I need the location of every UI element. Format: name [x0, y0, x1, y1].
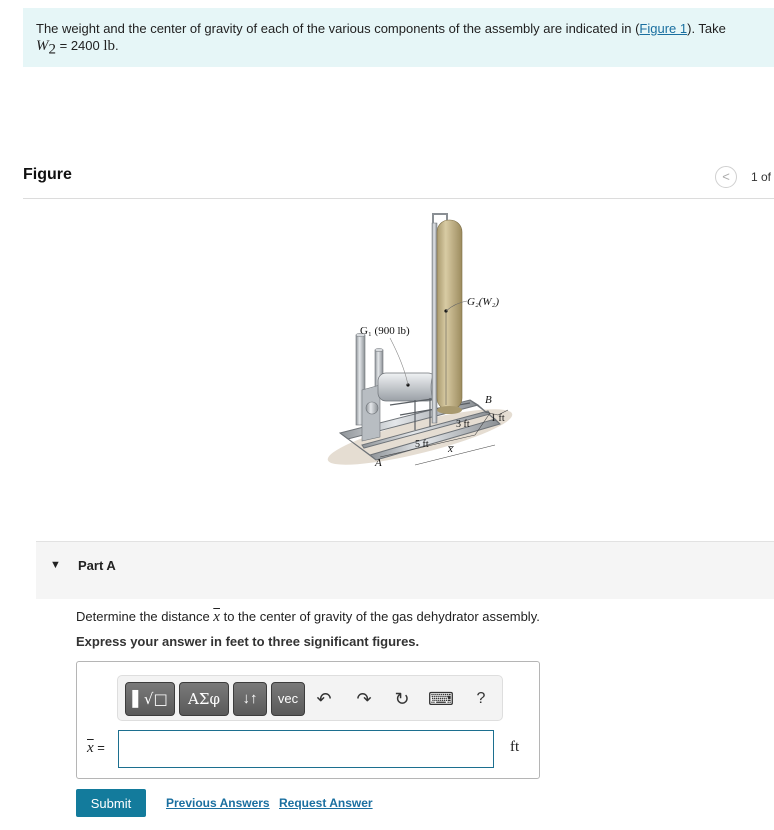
gas-dehydrator-figure: G₂(W₂) G₁ (900 lb) B 1 ft 3 ft 5 ft x̅ A: [327, 213, 513, 469]
answer-box: ▌√□ ΑΣφ ↓↑ vec ↶ ↷ ↻ ⌨ ? x = ft: [76, 661, 540, 779]
question-var: x: [213, 609, 220, 625]
given-end: .: [115, 38, 119, 53]
label-3ft: 3 ft: [456, 419, 470, 430]
vector-button[interactable]: vec: [271, 682, 305, 716]
part-title: Part A: [78, 558, 116, 573]
problem-statement: The weight and the center of gravity of …: [23, 8, 774, 67]
collapse-toggle-icon[interactable]: ▼: [50, 559, 61, 571]
label-a: A: [374, 457, 382, 469]
answer-unit: ft: [510, 739, 520, 755]
figure-title: Figure: [23, 166, 72, 183]
chevron-left-icon[interactable]: <: [715, 166, 737, 188]
redo-icon[interactable]: ↷: [353, 688, 375, 710]
arrows-button[interactable]: ↓↑: [233, 682, 267, 716]
greek-symbols-button[interactable]: ΑΣφ: [179, 682, 229, 716]
previous-answers-link[interactable]: Previous Answers: [166, 796, 270, 810]
answer-variable-label: x =: [87, 740, 105, 756]
given-sub: 2: [48, 41, 57, 58]
figure-link[interactable]: Figure 1: [639, 21, 687, 36]
templates-button[interactable]: ▌√□: [125, 682, 175, 716]
drum-g1: [377, 372, 437, 402]
help-icon[interactable]: ?: [470, 688, 492, 710]
label-g1: G₁ (900 lb): [360, 325, 410, 337]
submit-button[interactable]: Submit: [76, 789, 146, 817]
support-pipe: [431, 222, 438, 424]
label-b: B: [485, 394, 492, 406]
undo-icon[interactable]: ↶: [313, 688, 335, 710]
given-unit: lb: [103, 38, 116, 54]
label-5ft: 5 ft: [415, 439, 429, 450]
keyboard-icon[interactable]: ⌨: [428, 688, 454, 710]
reset-icon[interactable]: ↻: [391, 688, 413, 710]
instruction-text: Express your answer in feet to three sig…: [76, 634, 420, 649]
answer-input[interactable]: [118, 730, 494, 768]
problem-text-end: ). Take: [687, 21, 726, 36]
figure-header: Figure < 1 of 1: [23, 163, 774, 199]
given-value: = 2400: [56, 38, 104, 53]
math-toolbar: ▌√□ ΑΣφ ↓↑ vec ↶ ↷ ↻ ⌨ ?: [117, 675, 503, 721]
label-g2: G₂(W₂): [467, 296, 499, 308]
given-var: W: [36, 38, 49, 54]
tank-g2: [436, 219, 463, 411]
question-text: Determine the distance x to the center o…: [76, 609, 540, 625]
figure-counter: 1 of 1: [751, 170, 774, 184]
problem-text: The weight and the center of gravity of …: [36, 21, 640, 36]
label-xbar: x̅: [447, 443, 454, 455]
part-a-header[interactable]: ▼ Part A: [36, 541, 774, 599]
request-answer-link[interactable]: Request Answer: [279, 796, 373, 810]
label-1ft: 1 ft: [491, 413, 505, 424]
